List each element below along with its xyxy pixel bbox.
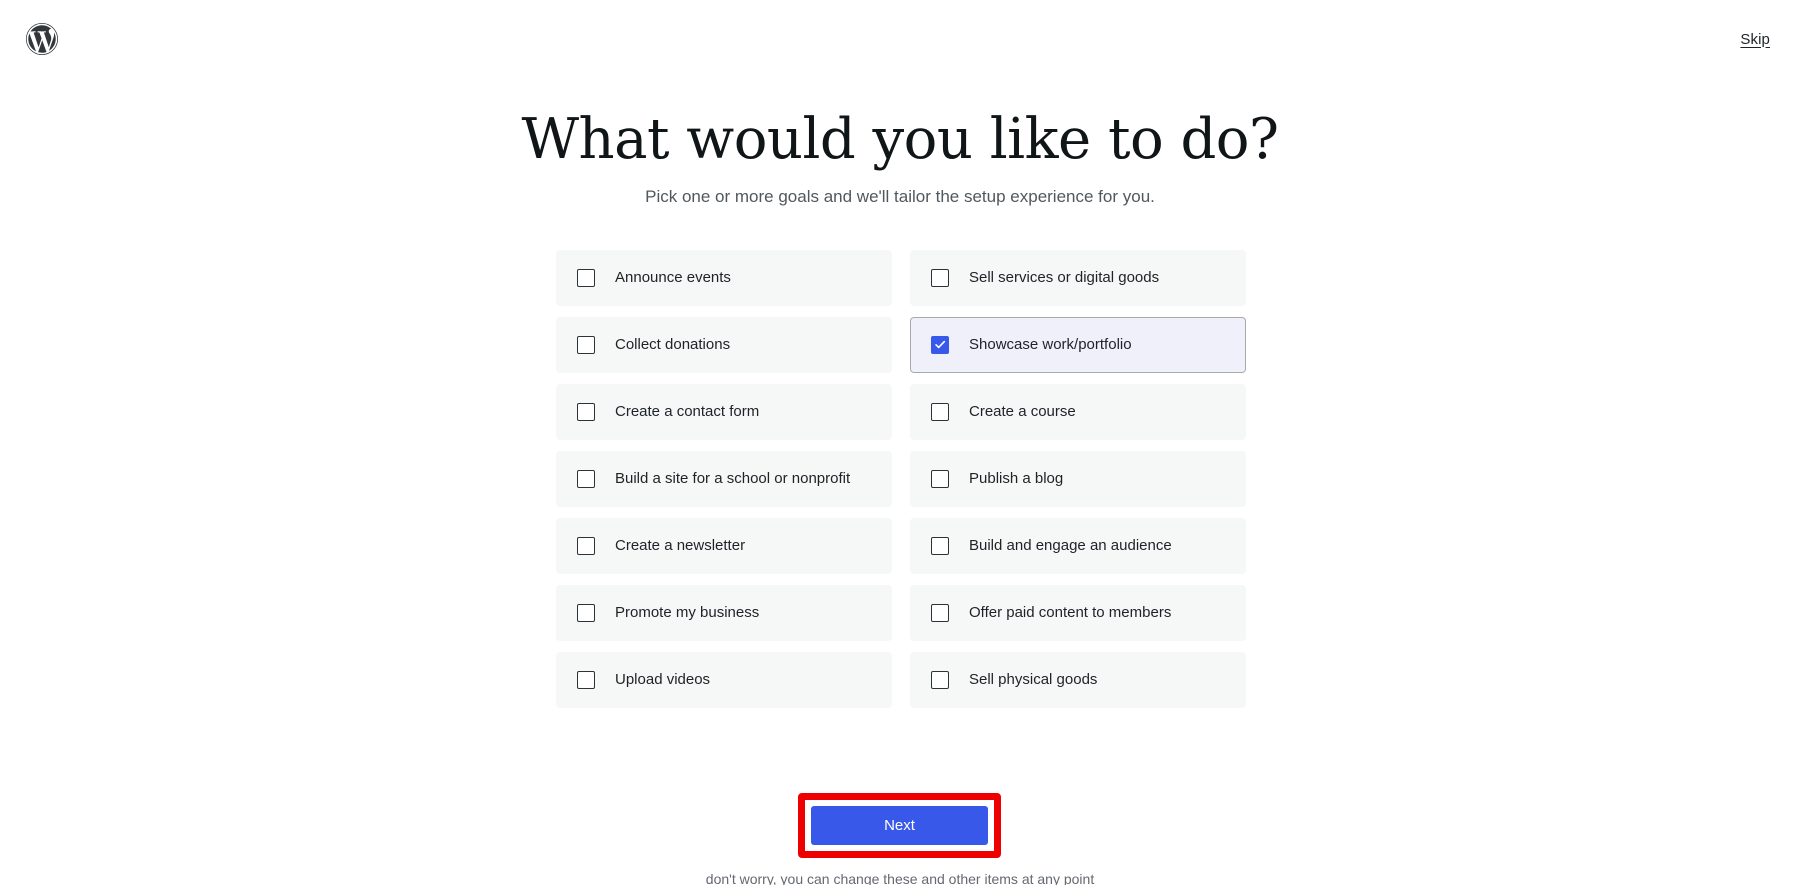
checkbox-icon[interactable] <box>577 537 595 555</box>
goal-card[interactable]: Create a course <box>910 384 1246 440</box>
next-button-highlight: Next <box>798 793 1001 858</box>
goal-label: Offer paid content to members <box>969 604 1172 621</box>
wordpress-logo-icon <box>26 23 58 55</box>
page-title: What would you like to do? <box>521 107 1279 172</box>
checkbox-icon[interactable] <box>931 470 949 488</box>
goal-card[interactable]: Sell services or digital goods <box>910 250 1246 306</box>
checkbox-icon[interactable] <box>931 537 949 555</box>
page-subtitle: Pick one or more goals and we'll tailor … <box>645 187 1155 206</box>
goal-label: Sell services or digital goods <box>969 269 1160 286</box>
checkbox-icon[interactable] <box>577 403 595 421</box>
next-button[interactable]: Next <box>811 806 988 845</box>
goal-card[interactable]: Upload videos <box>556 652 892 708</box>
goals-grid: Announce events Sell services or digital … <box>556 250 1246 708</box>
goal-label: Create a contact form <box>615 403 760 420</box>
checkbox-icon[interactable] <box>931 671 949 689</box>
goal-card[interactable]: Offer paid content to members <box>910 585 1246 641</box>
goal-label: Upload videos <box>615 671 711 688</box>
goal-card[interactable]: Create a newsletter <box>556 518 892 574</box>
skip-link[interactable]: Skip <box>1740 31 1770 48</box>
checkbox-icon[interactable] <box>577 269 595 287</box>
goal-label: Create a newsletter <box>615 537 746 554</box>
goal-label: Build and engage an audience <box>969 537 1172 554</box>
goal-card[interactable]: Announce events <box>556 250 892 306</box>
goal-card[interactable]: Showcase work/portfolio <box>910 317 1246 373</box>
checkbox-icon[interactable] <box>931 604 949 622</box>
checkbox-icon[interactable] <box>931 269 949 287</box>
checkbox-checked-icon[interactable] <box>931 336 949 354</box>
checkbox-icon[interactable] <box>577 336 595 354</box>
goal-card[interactable]: Collect donations <box>556 317 892 373</box>
goal-label: Showcase work/portfolio <box>969 336 1132 353</box>
goal-label: Collect donations <box>615 336 731 353</box>
goal-label: Create a course <box>969 403 1076 420</box>
goal-card[interactable]: Publish a blog <box>910 451 1246 507</box>
top-bar: Skip <box>0 0 1800 78</box>
goal-card[interactable]: Create a contact form <box>556 384 892 440</box>
goal-label: Build a site for a school or nonprofit <box>615 470 851 487</box>
goal-card[interactable]: Build a site for a school or nonprofit <box>556 451 892 507</box>
goal-label: Announce events <box>615 269 731 286</box>
goal-card[interactable]: Sell physical goods <box>910 652 1246 708</box>
goal-card[interactable]: Promote my business <box>556 585 892 641</box>
footnote-text: don't worry, you can change these and ot… <box>705 871 1095 885</box>
goal-label: Publish a blog <box>969 470 1064 487</box>
checkbox-icon[interactable] <box>931 403 949 421</box>
goal-label: Sell physical goods <box>969 671 1098 688</box>
checkbox-icon[interactable] <box>577 604 595 622</box>
goal-card[interactable]: Build and engage an audience <box>910 518 1246 574</box>
goal-label: Promote my business <box>615 604 760 621</box>
checkbox-icon[interactable] <box>577 470 595 488</box>
checkbox-icon[interactable] <box>577 671 595 689</box>
